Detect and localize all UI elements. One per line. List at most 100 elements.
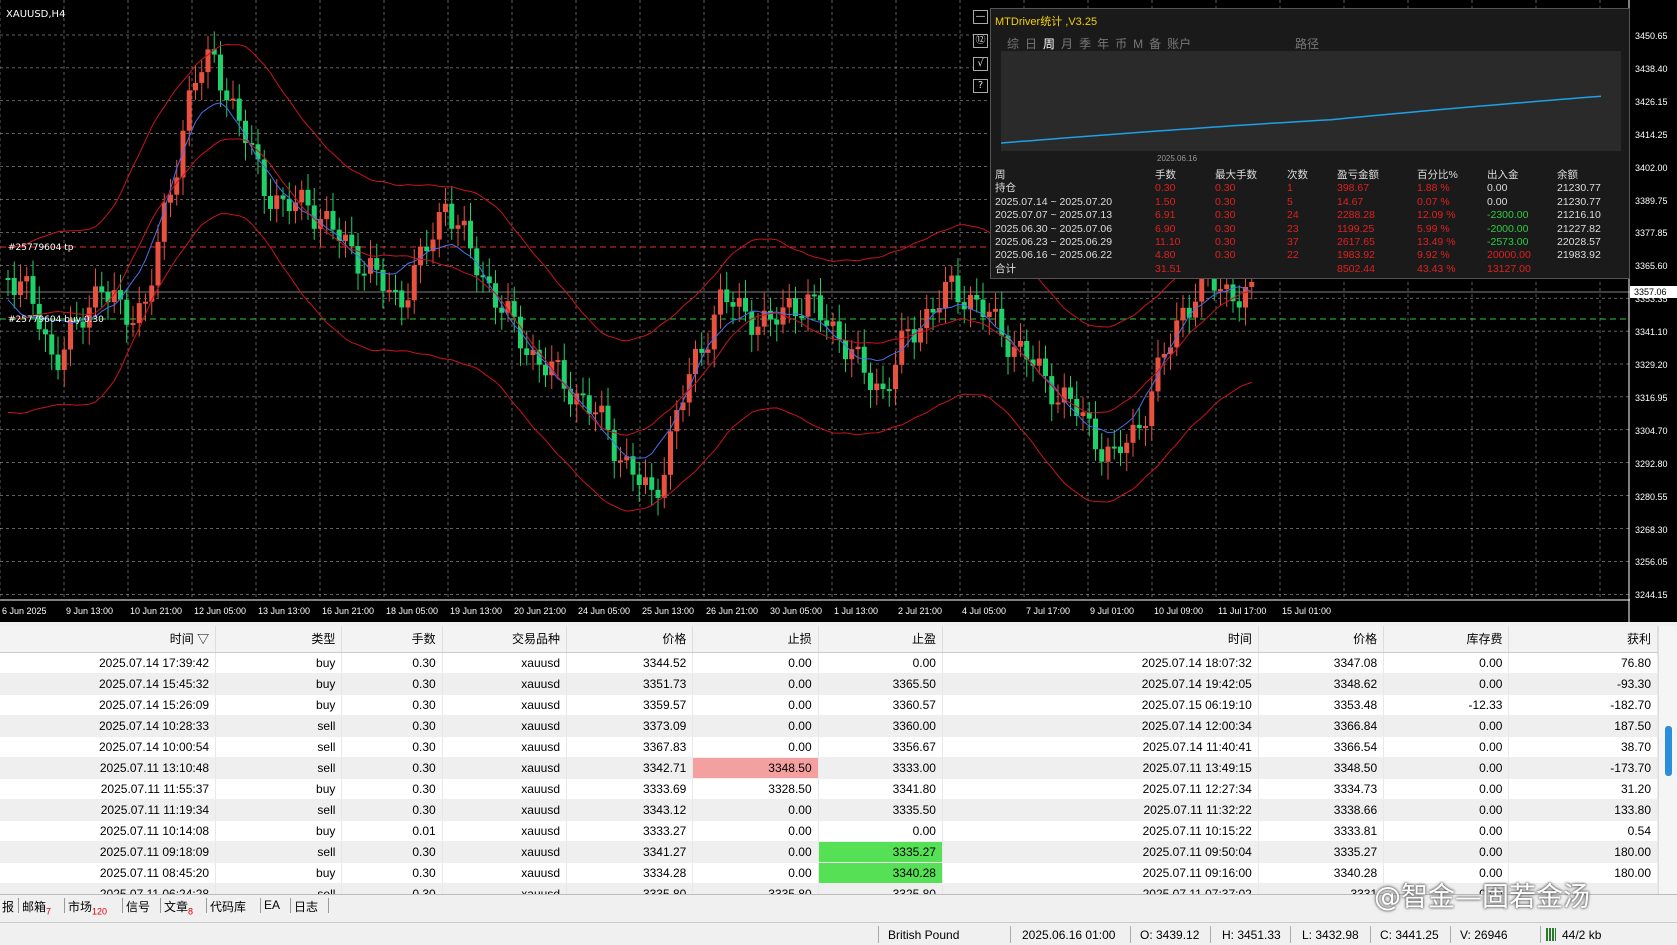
trade-cell: 2025.07.14 15:45:32: [0, 673, 217, 695]
time-tick: 18 Jun 05:00: [386, 606, 439, 616]
column-header[interactable]: 手数: [341, 626, 443, 653]
scrollbar-thumb[interactable]: [1665, 726, 1672, 776]
mtd-cell: 1.50: [1155, 195, 1176, 208]
trade-cell: 0.00: [818, 652, 943, 674]
trade-row[interactable]: 2025.07.14 15:26:09 buy 0.30 xauusd 3359.57 0…: [0, 694, 1658, 716]
history-scrollbar[interactable]: [1658, 626, 1677, 894]
terminal-tab[interactable]: 邮箱7: [22, 898, 51, 916]
mtd-cell: 0.30: [1155, 182, 1176, 195]
mtd-cell: 13127.00: [1487, 262, 1531, 275]
candle-body: [386, 290, 392, 293]
candle-body: [230, 98, 236, 101]
check-panel-button[interactable]: √: [973, 57, 988, 71]
column-header[interactable]: 止损: [692, 626, 819, 653]
candle-body: [593, 412, 598, 415]
candle-body: [1118, 446, 1123, 454]
trade-cell: 2025.07.14 11:40:41: [942, 736, 1259, 758]
column-header[interactable]: 止盈: [818, 626, 943, 653]
candle-body: [1130, 424, 1136, 443]
price-tick: 3426.15: [1635, 96, 1668, 107]
column-header[interactable]: 库存费: [1383, 626, 1510, 653]
trade-cell: 3335.27: [1258, 841, 1385, 863]
trade-row[interactable]: 2025.07.14 17:39:42 buy 0.30 xauusd 3344.52 0…: [0, 652, 1658, 674]
terminal-history[interactable]: 时间 ▽ 类型 手数 交易品种 价格 止损 止盈 时间 价格 库存费 获利 2025.07.14 1…: [0, 626, 1677, 905]
mtd-tab[interactable]: 季: [1079, 37, 1091, 51]
trade-cell: 0.00: [1383, 820, 1510, 842]
terminal-tab[interactable]: 信号: [126, 898, 150, 915]
mtd-tab[interactable]: 备: [1149, 37, 1161, 51]
trade-cell: 2025.07.14 10:00:54: [0, 736, 217, 758]
mtd-tab[interactable]: 综: [1007, 37, 1019, 51]
candle-body: [255, 144, 261, 160]
candle-body: [405, 300, 411, 308]
price-tick: 3402.00: [1635, 162, 1668, 173]
terminal-tab[interactable]: 代码库: [210, 898, 246, 915]
equity-start-date: 2025.06.16: [1157, 154, 1198, 163]
mtd-tab[interactable]: 日: [1025, 37, 1037, 51]
candle-body: [443, 203, 448, 213]
price-chart[interactable]: XAUUSD,H4 #25779604 tp #25779604 buy 0.3…: [0, 0, 1677, 622]
column-header[interactable]: 时间: [942, 626, 1259, 653]
mtd-tab[interactable]: 币: [1115, 37, 1127, 51]
trade-row[interactable]: 2025.07.11 10:14:08 buy 0.01 xauusd 3333.27 0…: [0, 820, 1658, 842]
mtd-cell: 31.51: [1155, 262, 1182, 275]
column-header[interactable]: 价格: [1258, 626, 1385, 653]
trade-row[interactable]: 2025.07.14 15:45:32 buy 0.30 xauusd 3351.73 0…: [0, 673, 1658, 695]
candle-body: [786, 298, 792, 308]
mtd-row: 2025.06.30 ~ 2025.07.06 6.90 0.30 23 1199.25…: [995, 223, 1627, 236]
trade-row[interactable]: 2025.07.14 10:28:33 sell 0.30 xauusd 3373.09…: [0, 715, 1658, 737]
terminal-tab[interactable]: 文章8: [164, 898, 193, 916]
candle-body: [718, 289, 723, 315]
candle-body: [511, 301, 517, 317]
candle-body: [755, 326, 761, 335]
candle-body: [530, 349, 536, 356]
mtd-tab[interactable]: 账户: [1167, 37, 1191, 51]
column-header[interactable]: 类型: [215, 626, 343, 653]
candle-body: [818, 295, 823, 321]
mtd-cell: 24: [1287, 209, 1299, 222]
trade-row[interactable]: 2025.07.14 10:00:54 sell 0.30 xauusd 3367.83…: [0, 736, 1658, 758]
trade-row[interactable]: 2025.07.11 11:55:37 buy 0.30 xauusd 3333.69 3…: [0, 778, 1658, 800]
mtd-path-tab[interactable]: 路径: [1295, 35, 1319, 52]
trade-cell: 3333.27: [566, 820, 694, 842]
candle-body: [524, 348, 530, 356]
candle-body: [886, 389, 892, 392]
trade-cell: 0.00: [692, 799, 819, 821]
trade-cell: buy: [215, 820, 343, 842]
trade-cell: 0.00: [692, 862, 819, 884]
trade-cell: 2025.07.15 06:19:10: [942, 694, 1259, 716]
trade-row[interactable]: 2025.07.11 13:10:48 sell 0.30 xauusd 3342.71…: [0, 757, 1658, 779]
candle-body: [630, 456, 636, 475]
trade-row[interactable]: 2025.07.11 09:18:09 sell 0.30 xauusd 3341.27…: [0, 841, 1658, 863]
mtd-tab[interactable]: 周: [1043, 37, 1055, 51]
mtd-cell: 0.30: [1215, 222, 1236, 235]
minimize-panel-button[interactable]: —: [973, 10, 988, 24]
time-axis[interactable]: 6 Jun 2025 9 Jun 13:00 10 Jun 21:00 12 Jun …: [0, 603, 1630, 622]
status-datetime: 2025.06.16 01:00: [1022, 928, 1116, 942]
mtd-cell: 398.67: [1337, 182, 1370, 195]
mtd-tab[interactable]: 年: [1097, 37, 1109, 51]
column-header[interactable]: 时间 ▽: [0, 626, 217, 653]
help-panel-button[interactable]: ?: [973, 79, 988, 93]
time-tick: 13 Jun 13:00: [258, 606, 311, 616]
column-header[interactable]: 获利: [1508, 626, 1658, 653]
candle-body: [30, 276, 36, 304]
trade-history-table[interactable]: 时间 ▽ 类型 手数 交易品种 价格 止损 止盈 时间 价格 库存费 获利 2025.07.14 1…: [0, 626, 1658, 905]
terminal-tab[interactable]: EA: [264, 898, 280, 912]
candle-body: [24, 276, 30, 282]
trade-row[interactable]: 2025.07.11 11:19:34 sell 0.30 xauusd 3343.12…: [0, 799, 1658, 821]
terminal-tab[interactable]: 市场120: [68, 898, 107, 916]
trade-cell: 3341.27: [566, 841, 694, 863]
price-axis[interactable]: 3450.65 3438.40 3426.15 3414.25 3402.00 3389.…: [1630, 0, 1677, 622]
terminal-tab[interactable]: 报: [2, 898, 14, 915]
mtd-tab[interactable]: 月: [1061, 37, 1073, 51]
candle-body: [43, 329, 48, 335]
mtd-cell: 最大手数: [1215, 169, 1257, 181]
column-header[interactable]: 价格: [566, 626, 694, 653]
terminal-tab[interactable]: 日志: [294, 898, 318, 915]
mtd-tab[interactable]: M: [1133, 37, 1143, 51]
settings-panel-button[interactable]: ⑫: [973, 34, 988, 48]
column-header[interactable]: 交易品种: [442, 626, 568, 653]
equity-curve: [1001, 51, 1621, 151]
candle-body: [1036, 358, 1042, 366]
